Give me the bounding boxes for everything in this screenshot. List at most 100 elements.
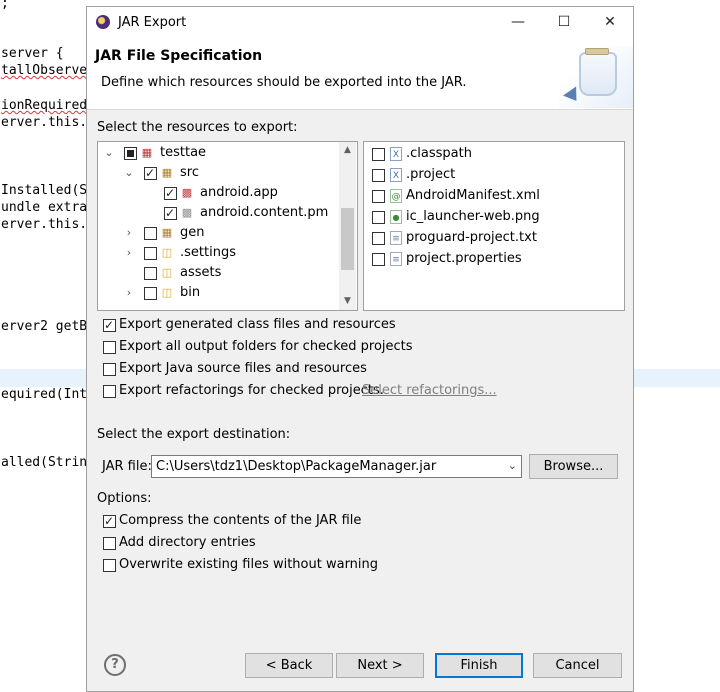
- option-label: Export generated class files and resourc…: [119, 317, 396, 332]
- code-line: ;: [1, 0, 9, 11]
- tree-scrollbar[interactable]: ▲ ▼: [339, 142, 356, 310]
- tree-checkbox[interactable]: [144, 267, 157, 280]
- checkbox[interactable]: [103, 363, 116, 376]
- tree-checkbox[interactable]: [164, 203, 177, 223]
- file-item-label: ic_launcher-web.png: [406, 209, 540, 224]
- xml-file-icon: X: [390, 168, 402, 182]
- option-label: Export all output folders for checked pr…: [119, 339, 413, 354]
- destination-label: Select the export destination:: [97, 427, 291, 442]
- maximize-icon[interactable]: ☐: [541, 7, 587, 38]
- file-item-label: .project: [406, 167, 456, 182]
- select-refactorings-link[interactable]: Select refactorings...: [362, 382, 497, 400]
- tree-checkbox[interactable]: [144, 247, 157, 260]
- file-item-project-properties[interactable]: ≡ project.properties: [364, 249, 622, 269]
- file-checkbox[interactable]: [372, 169, 385, 182]
- file-item-proguard[interactable]: ≡ proguard-project.txt: [364, 228, 622, 248]
- tree-item-label: assets: [180, 265, 222, 280]
- tree-item-testtae[interactable]: ⌄ ▦ testtae: [98, 143, 339, 163]
- file-checkbox[interactable]: [372, 211, 385, 224]
- jar-export-dialog: JAR Export — ☐ ✕ JAR File Specification …: [86, 6, 634, 692]
- file-item-label: AndroidManifest.xml: [406, 188, 540, 203]
- tree-item-android-app[interactable]: ▩ android.app: [98, 183, 339, 203]
- resource-tree[interactable]: ⌄ ▦ testtae ⌄ ▦ src ▩ android.app ▩ andr…: [97, 141, 358, 311]
- tree-item-src[interactable]: ⌄ ▦ src: [98, 163, 339, 183]
- back-button[interactable]: < Back: [245, 653, 333, 678]
- scroll-up-icon[interactable]: ▲: [339, 145, 356, 155]
- tree-item-bin[interactable]: › ◫ bin: [98, 283, 339, 303]
- tree-item-label: .settings: [180, 245, 236, 260]
- checkbox[interactable]: [103, 341, 116, 354]
- folder-icon: ◫: [161, 266, 173, 279]
- tree-item-label: android.app: [200, 185, 278, 200]
- help-icon[interactable]: ?: [104, 654, 126, 676]
- file-item-project[interactable]: X .project: [364, 165, 622, 185]
- chevron-right-icon[interactable]: ›: [124, 283, 134, 303]
- tree-checkbox[interactable]: [124, 147, 137, 160]
- checkbox[interactable]: [103, 511, 116, 531]
- option-label: Add directory entries: [119, 535, 256, 550]
- file-checkbox[interactable]: [372, 253, 385, 266]
- code-line: server {: [1, 46, 64, 61]
- file-item-ic-launcher[interactable]: ● ic_launcher-web.png: [364, 207, 622, 227]
- file-checkbox[interactable]: [372, 148, 385, 161]
- code-line: tallObserve: [1, 63, 88, 78]
- code-line: erver.this.: [1, 217, 88, 232]
- scroll-down-icon[interactable]: ▼: [339, 296, 356, 306]
- text-file-icon: ≡: [390, 252, 402, 266]
- file-item-android-manifest[interactable]: @ AndroidManifest.xml: [364, 186, 622, 206]
- jar-file-value[interactable]: C:\Users\tdz1\Desktop\PackageManager.jar: [156, 459, 436, 474]
- tree-checkbox[interactable]: [164, 183, 177, 203]
- tree-checkbox[interactable]: [144, 227, 157, 240]
- checkbox[interactable]: [103, 537, 116, 550]
- chevron-right-icon[interactable]: ›: [124, 243, 134, 263]
- file-list[interactable]: X .classpath X .project @ AndroidManifes…: [363, 141, 625, 311]
- options-label: Options:: [97, 491, 152, 506]
- folder-icon: ◫: [161, 286, 173, 299]
- page-title: JAR File Specification: [95, 48, 263, 64]
- checkbox[interactable]: [103, 385, 116, 398]
- jar-icon: [579, 48, 617, 96]
- android-manifest-icon: @: [390, 189, 402, 203]
- browse-button[interactable]: Browse...: [529, 454, 618, 479]
- file-item-label: proguard-project.txt: [406, 230, 537, 245]
- chevron-right-icon[interactable]: ›: [124, 223, 134, 243]
- code-line: erver2 getB: [1, 319, 88, 334]
- scroll-thumb[interactable]: [341, 208, 354, 270]
- file-checkbox[interactable]: [372, 190, 385, 203]
- chevron-down-icon[interactable]: ⌄: [104, 143, 114, 163]
- next-button[interactable]: Next >: [336, 653, 424, 678]
- code-line: ionRequired: [1, 98, 88, 113]
- file-item-label: project.properties: [406, 251, 522, 266]
- cancel-button[interactable]: Cancel: [533, 653, 622, 678]
- file-item-label: .classpath: [406, 146, 472, 161]
- jar-file-label: JAR file:: [102, 459, 152, 474]
- option-label: Overwrite existing files without warning: [119, 557, 379, 572]
- code-line: erver.this.: [1, 115, 88, 130]
- tree-item-android-content-pm[interactable]: ▩ android.content.pm: [98, 203, 339, 223]
- tree-item-settings[interactable]: › ◫ .settings: [98, 243, 339, 263]
- wizard-header: JAR File Specification Define which reso…: [87, 38, 633, 110]
- tree-item-assets[interactable]: ◫ assets: [98, 263, 339, 283]
- tree-item-label: android.content.pm: [200, 205, 329, 220]
- code-line: alled(Strin: [1, 455, 88, 470]
- source-folder-icon: ▦: [161, 166, 173, 179]
- close-icon[interactable]: ✕: [587, 7, 633, 38]
- tree-checkbox[interactable]: [144, 163, 157, 183]
- code-line: undle extra: [1, 200, 88, 215]
- file-checkbox[interactable]: [372, 232, 385, 245]
- minimize-icon[interactable]: —: [495, 7, 541, 38]
- checkbox[interactable]: [103, 315, 116, 335]
- option-label: Export Java source files and resources: [119, 361, 367, 376]
- project-icon: ▦: [141, 146, 153, 159]
- tree-item-label: testtae: [160, 145, 207, 160]
- tree-item-gen[interactable]: › ▦ gen: [98, 223, 339, 243]
- chevron-down-icon[interactable]: ⌄: [508, 459, 517, 472]
- checkbox[interactable]: [103, 559, 116, 572]
- package-empty-icon: ▩: [181, 206, 193, 219]
- tree-checkbox[interactable]: [144, 287, 157, 300]
- finish-button[interactable]: Finish: [435, 653, 523, 678]
- file-item-classpath[interactable]: X .classpath: [364, 144, 622, 164]
- tree-item-label: src: [180, 165, 199, 180]
- jar-file-combo[interactable]: C:\Users\tdz1\Desktop\PackageManager.jar…: [151, 455, 522, 478]
- chevron-down-icon[interactable]: ⌄: [124, 163, 134, 183]
